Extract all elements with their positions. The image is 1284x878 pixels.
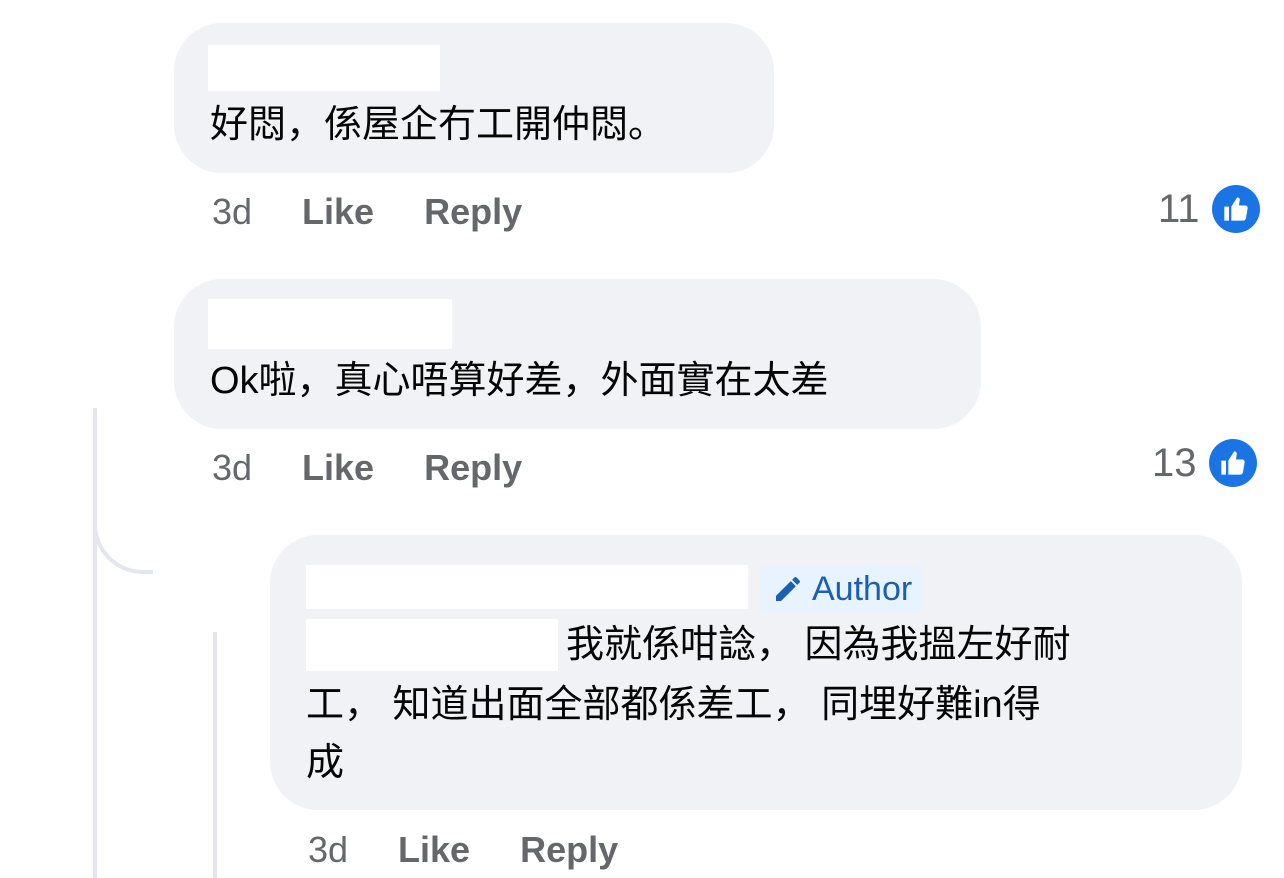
reply-button[interactable]: Reply bbox=[424, 191, 522, 233]
comment-actions: 3d Like Reply bbox=[212, 190, 522, 234]
comment-text-line: 我就係咁諗， 因為我搵左好耐 bbox=[566, 624, 1071, 666]
reaction-summary[interactable]: 11 bbox=[1158, 184, 1260, 234]
pencil-icon bbox=[776, 577, 800, 601]
like-button[interactable]: Like bbox=[398, 829, 470, 871]
reaction-count: 13 bbox=[1152, 440, 1197, 485]
thread-line-nested bbox=[213, 632, 217, 878]
reaction-count: 11 bbox=[1158, 186, 1200, 231]
redacted-commenter-name bbox=[208, 299, 452, 349]
thumbs-up-icon bbox=[1208, 439, 1257, 487]
comment-text-line: 工， 知道出面全部都係差工， 同埋好難in得 bbox=[306, 684, 1041, 726]
comment-actions: 3d Like Reply bbox=[308, 828, 618, 872]
thread-line-curve bbox=[93, 500, 153, 574]
reaction-summary[interactable]: 13 bbox=[1152, 438, 1257, 488]
comment-text: Ok啦，真心唔算好差，外面實在太差 bbox=[210, 360, 829, 402]
comment-thread: 好悶，係屋企冇工開仲悶。 3d Like Reply 11 Ok啦，真心唔算好差… bbox=[0, 0, 1284, 878]
reply-button[interactable]: Reply bbox=[520, 829, 618, 871]
author-badge: Author bbox=[760, 565, 923, 613]
comment-timestamp: 3d bbox=[308, 829, 349, 870]
redacted-author-name bbox=[306, 565, 748, 609]
redacted-commenter-name bbox=[208, 45, 440, 91]
redacted-mention bbox=[306, 619, 558, 671]
thread-line-vertical bbox=[93, 408, 97, 878]
comment-actions: 3d Like Reply bbox=[212, 446, 522, 490]
comment-text-line: 成 bbox=[306, 742, 345, 784]
thumbs-up-icon bbox=[1211, 185, 1260, 233]
comment-timestamp: 3d bbox=[212, 191, 253, 232]
reply-button[interactable]: Reply bbox=[424, 447, 522, 489]
comment-timestamp: 3d bbox=[212, 447, 253, 488]
comment-text: 好悶，係屋企冇工開仲悶。 bbox=[210, 104, 667, 146]
like-button[interactable]: Like bbox=[302, 447, 374, 489]
like-button[interactable]: Like bbox=[302, 191, 374, 233]
reply-bubble: Author 我就係咁諗， 因為我搵左好耐 工， 知道出面全部都係差工， 同埋好… bbox=[270, 535, 1242, 810]
author-badge-label: Author bbox=[812, 569, 913, 608]
comment-bubble: Ok啦，真心唔算好差，外面實在太差 bbox=[174, 279, 981, 429]
comment-bubble: 好悶，係屋企冇工開仲悶。 bbox=[174, 23, 774, 173]
